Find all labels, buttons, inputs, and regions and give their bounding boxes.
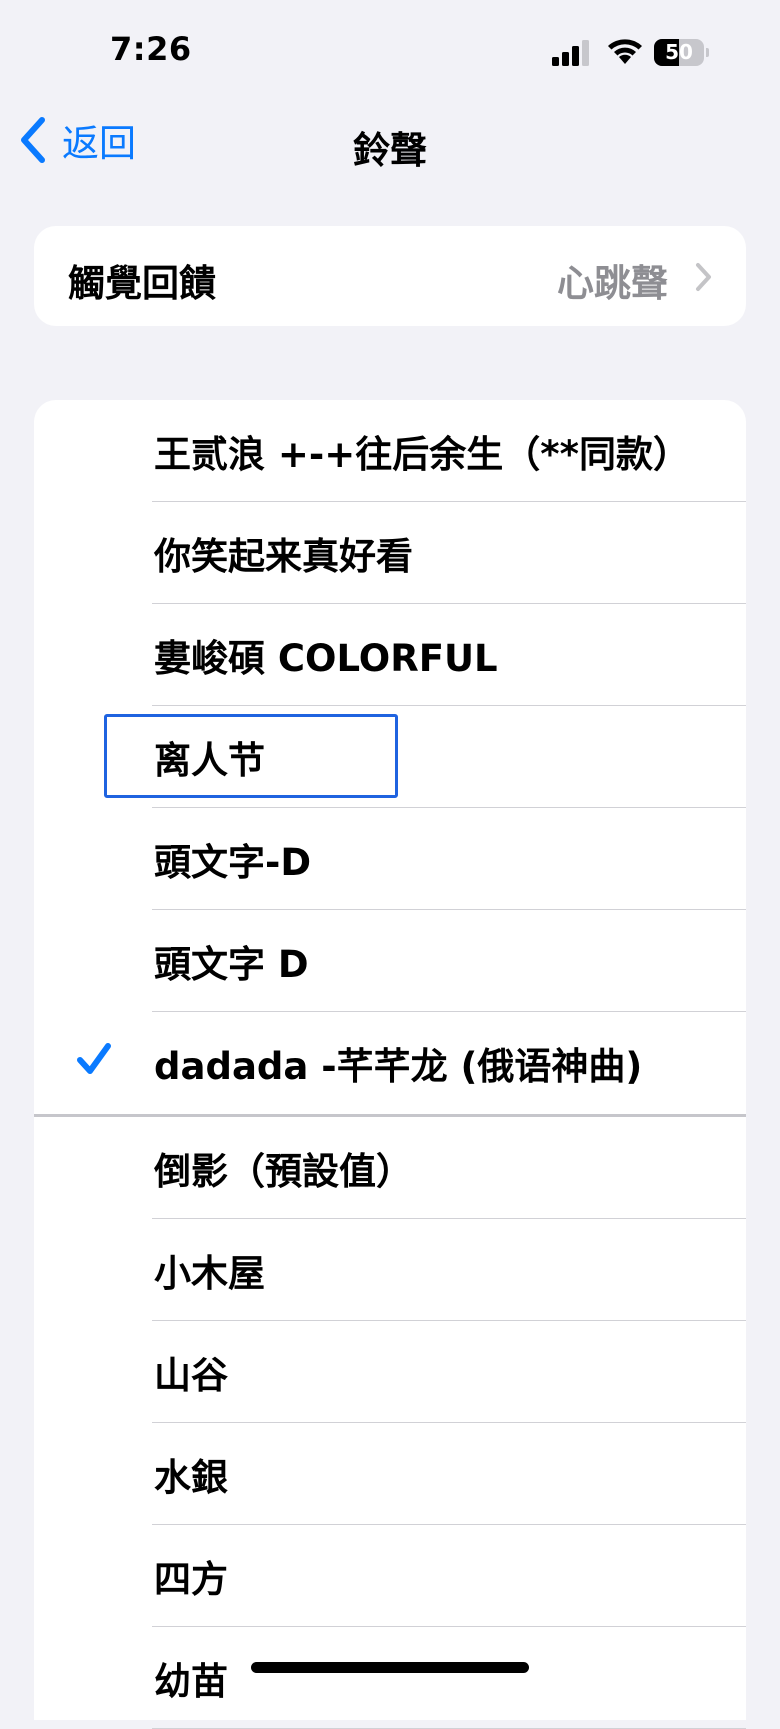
battery-level: 50 [665, 40, 693, 64]
battery-tip [706, 48, 709, 57]
ringtone-row[interactable]: 离人节 [34, 706, 746, 808]
page-title: 鈴聲 [353, 129, 427, 172]
haptics-value: 心跳聲 [557, 262, 668, 305]
ringtone-label: 婁峻碩 COLORFUL [154, 637, 498, 680]
status-time: 7:26 [110, 30, 192, 68]
haptics-row[interactable]: 觸覺回饋 心跳聲 [34, 226, 746, 326]
ringtone-label: 小木屋 [154, 1252, 265, 1295]
ringtone-row[interactable]: 頭文字-D [34, 808, 746, 910]
ringtone-row[interactable]: 幼苗 [34, 1627, 746, 1729]
ringtone-row[interactable]: 倒影（預設值） [34, 1117, 746, 1219]
navigation-bar: 返回 鈴聲 [0, 100, 780, 180]
ringtone-row[interactable]: 山谷 [34, 1321, 746, 1423]
haptics-group: 觸覺回饋 心跳聲 [34, 226, 746, 326]
ringtone-row[interactable]: 四方 [34, 1525, 746, 1627]
cellular-signal-icon [552, 40, 589, 66]
home-indicator [251, 1662, 529, 1673]
ringtone-row[interactable]: 小木屋 [34, 1219, 746, 1321]
chevron-right-icon [696, 263, 711, 291]
ringtone-row[interactable]: dadada -芊芊龙 (俄语神曲) [34, 1012, 746, 1114]
ringtone-row[interactable]: 頭文字 D [34, 910, 746, 1012]
ringtone-label: 倒影（預設值） [154, 1150, 413, 1193]
ringtone-label: 水銀 [154, 1456, 228, 1499]
haptics-label: 觸覺回饋 [68, 262, 216, 305]
ringtone-label: dadada -芊芊龙 (俄语神曲) [154, 1045, 643, 1088]
ringtone-label: 頭文字-D [154, 841, 312, 884]
ringtone-label: 頭文字 D [154, 943, 309, 986]
ringtone-list: 王贰浪 +-+往后余生（**同款） 你笑起来真好看婁峻碩 COLORFUL 离人节頭… [34, 400, 746, 1729]
ringtone-label: 王贰浪 +-+往后余生（**同款） [154, 433, 690, 476]
checkmark-icon [77, 1043, 111, 1074]
wifi-icon [608, 39, 642, 64]
ringtone-label: 山谷 [154, 1354, 228, 1397]
ringtone-label: 四方 [154, 1558, 228, 1601]
ringtone-row[interactable]: 王贰浪 +-+往后余生（**同款） [34, 400, 746, 502]
ringtone-label: 幼苗 [154, 1660, 228, 1703]
ringtone-label: 你笑起来真好看 [154, 535, 413, 578]
battery-body: 50 [654, 39, 704, 66]
ringtone-label: 离人节 [154, 739, 265, 782]
ringtone-row[interactable]: 你笑起来真好看 [34, 502, 746, 604]
battery-icon: 50 [654, 39, 710, 66]
ringtone-row[interactable]: 水銀 [34, 1423, 746, 1525]
status-bar: 7:26 50 [0, 0, 780, 100]
ringtone-row[interactable]: 婁峻碩 COLORFUL [34, 604, 746, 706]
